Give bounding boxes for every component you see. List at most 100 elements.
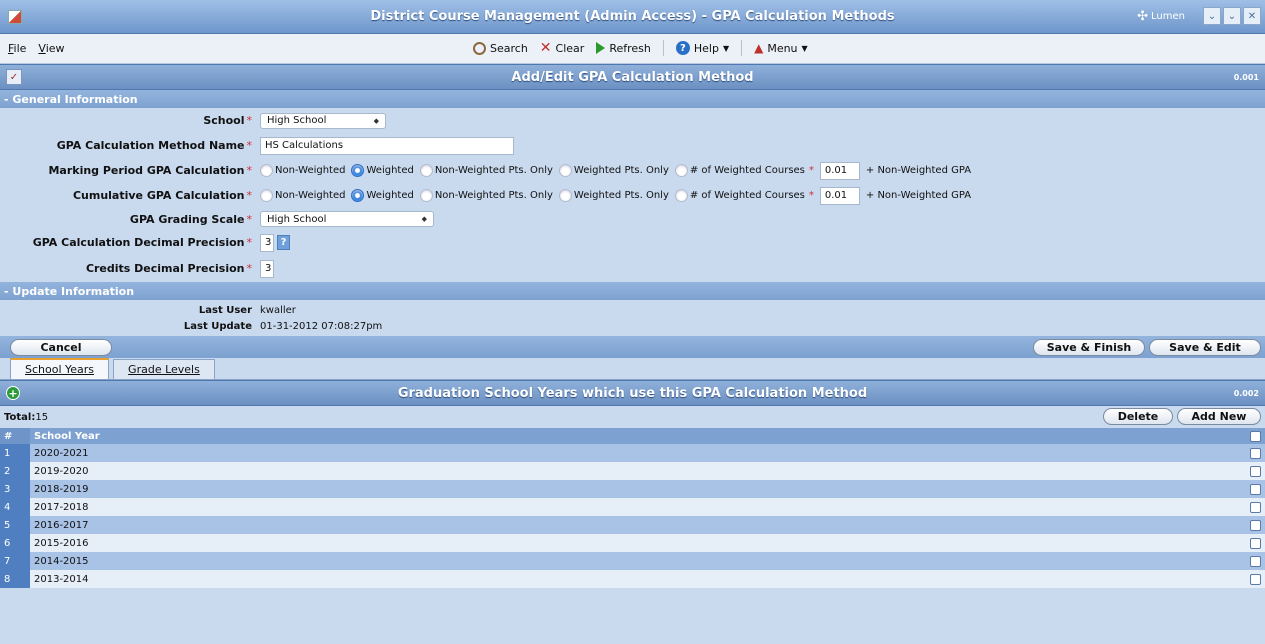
row-number: 3 [0, 480, 30, 498]
row-school-year: 2013-2014 [34, 573, 89, 585]
menu-icon: ▲ [754, 41, 764, 55]
decimal-precision-input[interactable]: 3 [260, 233, 274, 252]
grading-scale-label: GPA Grading Scale * [129, 212, 252, 226]
add-new-button[interactable]: Add New [1177, 408, 1261, 425]
row-checkbox[interactable] [1250, 483, 1261, 495]
toolbar-separator [741, 40, 743, 56]
row-checkbox[interactable] [1250, 573, 1261, 585]
row-school-year: 2019-2020 [34, 465, 89, 477]
delete-button[interactable]: Delete [1103, 408, 1173, 425]
restore-icon[interactable]: ⌄ [1223, 7, 1241, 25]
table-row[interactable]: 2 2019-2020 [0, 462, 1265, 480]
total-row: Total: 15 Delete Add New [0, 406, 1265, 428]
last-user-row: Last User kwaller [0, 302, 1265, 318]
row-checkbox[interactable] [1250, 537, 1261, 549]
table-row[interactable]: 1 2020-2021 [0, 444, 1265, 462]
table-header: # School Year [0, 428, 1265, 444]
decimal-precision-row: GPA Calculation Decimal Precision * 3? [0, 230, 1265, 255]
row-number: 6 [0, 534, 30, 552]
cum-weighted-input[interactable]: 0.01 [819, 186, 860, 205]
row-checkbox[interactable] [1250, 465, 1261, 477]
cum-gpa-label: Cumulative GPA Calculation * [72, 189, 252, 202]
action-bar: Cancel Save & Finish Save & Edit [0, 336, 1265, 358]
select-all-checkbox[interactable] [1250, 430, 1261, 442]
search-button[interactable]: Search [470, 41, 531, 56]
last-update-label: Last Update [183, 320, 252, 332]
table-row[interactable]: 4 2017-2018 [0, 498, 1265, 516]
help-icon: ? [675, 41, 690, 55]
clear-button[interactable]: ✕ Clear [537, 41, 588, 56]
refresh-icon [596, 42, 606, 54]
table-row[interactable]: 7 2014-2015 [0, 552, 1265, 570]
help-button[interactable]: ? Help ▼ [673, 40, 732, 56]
school-select[interactable]: High School ◆ [260, 112, 386, 129]
row-checkbox[interactable] [1250, 501, 1261, 513]
table-row[interactable]: 6 2015-2016 [0, 534, 1265, 552]
cum-w-pts-radio[interactable]: Weighted Pts. Only [558, 189, 669, 202]
row-number: 1 [0, 444, 30, 462]
form-title: Add/Edit GPA Calculation Method [511, 69, 754, 85]
menu-view[interactable]: View [38, 42, 64, 55]
grid-header: + Graduation School Years which use this… [0, 380, 1265, 406]
cum-non-weighted-radio[interactable]: Non-Weighted [260, 189, 345, 202]
method-name-input[interactable]: HS Calculations [260, 136, 514, 155]
cum-gpa-row: Cumulative GPA Calculation * Non-Weighted… [0, 183, 1265, 208]
update-info-section[interactable]: - Update Information [0, 282, 1265, 300]
mp-non-weighted-radio[interactable]: Non-Weighted [260, 164, 345, 177]
search-icon [473, 41, 486, 55]
row-school-year: 2016-2017 [34, 519, 89, 531]
lumen-spark-icon: ✣ [1137, 9, 1149, 24]
menu-file[interactable]: File [8, 42, 26, 55]
menu-button[interactable]: ▲ Menu ▼ [751, 40, 811, 56]
col-year-header[interactable]: School Year [30, 431, 100, 442]
last-user-label: Last User [198, 304, 252, 316]
cum-nw-pts-radio[interactable]: Non-Weighted Pts. Only [419, 189, 553, 202]
select-arrow-icon: ◆ [373, 116, 379, 125]
window-title: District Course Management (Admin Access… [370, 9, 895, 24]
grid-title: Graduation School Years which use this G… [397, 385, 868, 401]
last-update-row: Last Update 01-31-2012 07:08:27pm [0, 318, 1265, 334]
tab-school-years[interactable]: School Years [10, 358, 110, 379]
update-info: Last User kwaller Last Update 01-31-2012… [0, 300, 1265, 336]
mp-plus-nw-label: + Non-Weighted GPA [865, 165, 972, 176]
col-num-header: # [0, 428, 30, 444]
decimal-precision-label: GPA Calculation Decimal Precision * [32, 236, 252, 249]
minimize-icon[interactable]: ⌄ [1203, 7, 1221, 25]
mp-gpa-label: Marking Period GPA Calculation * [48, 164, 252, 177]
mp-weighted-input[interactable]: 0.01 [819, 161, 860, 180]
mp-w-pts-radio[interactable]: Weighted Pts. Only [558, 164, 669, 177]
table-row[interactable]: 3 2018-2019 [0, 480, 1265, 498]
table-row[interactable]: 5 2016-2017 [0, 516, 1265, 534]
method-name-label: GPA Calculation Method Name * [56, 139, 252, 152]
method-name-row: GPA Calculation Method Name * HS Calculat… [0, 133, 1265, 158]
total-label: Total: [4, 411, 36, 423]
help-question-icon[interactable]: ? [277, 235, 290, 250]
form-header: ✓ Add/Edit GPA Calculation Method 0.001 [0, 64, 1265, 90]
row-school-year: 2020-2021 [34, 447, 89, 459]
row-checkbox[interactable] [1250, 519, 1261, 531]
row-checkbox[interactable] [1250, 447, 1261, 459]
cum-weighted-radio[interactable]: Weighted [351, 189, 414, 202]
grading-scale-select[interactable]: High School ◆ [260, 211, 434, 227]
save-edit-button[interactable]: Save & Edit [1149, 338, 1261, 356]
save-finish-button[interactable]: Save & Finish [1033, 338, 1145, 356]
general-info-section[interactable]: - General Information [0, 90, 1265, 108]
mp-num-weighted-radio[interactable]: # of Weighted Courses * [674, 164, 814, 177]
total-value: 15 [35, 411, 49, 423]
cancel-button[interactable]: Cancel [10, 338, 112, 356]
row-school-year: 2014-2015 [34, 555, 89, 567]
table-body: 1 2020-2021 2 2019-2020 3 2018-2019 4 2017-2018… [0, 444, 1265, 588]
select-arrow-icon: ◆ [421, 215, 427, 223]
title-bar: District Course Management (Admin Access… [0, 0, 1265, 34]
tab-grade-levels[interactable]: Grade Levels [113, 359, 215, 379]
refresh-button[interactable]: Refresh [593, 41, 654, 56]
mp-gpa-row: Marking Period GPA Calculation * Non-Weig… [0, 158, 1265, 183]
mp-weighted-radio[interactable]: Weighted [351, 164, 414, 177]
mp-nw-pts-radio[interactable]: Non-Weighted Pts. Only [419, 164, 553, 177]
table-row[interactable]: 8 2013-2014 [0, 570, 1265, 588]
cum-num-weighted-radio[interactable]: # of Weighted Courses * [674, 189, 814, 202]
credits-precision-input[interactable]: 3 [260, 259, 274, 278]
row-number: 7 [0, 552, 30, 570]
close-icon[interactable]: ✕ [1243, 7, 1261, 25]
row-checkbox[interactable] [1250, 555, 1261, 567]
